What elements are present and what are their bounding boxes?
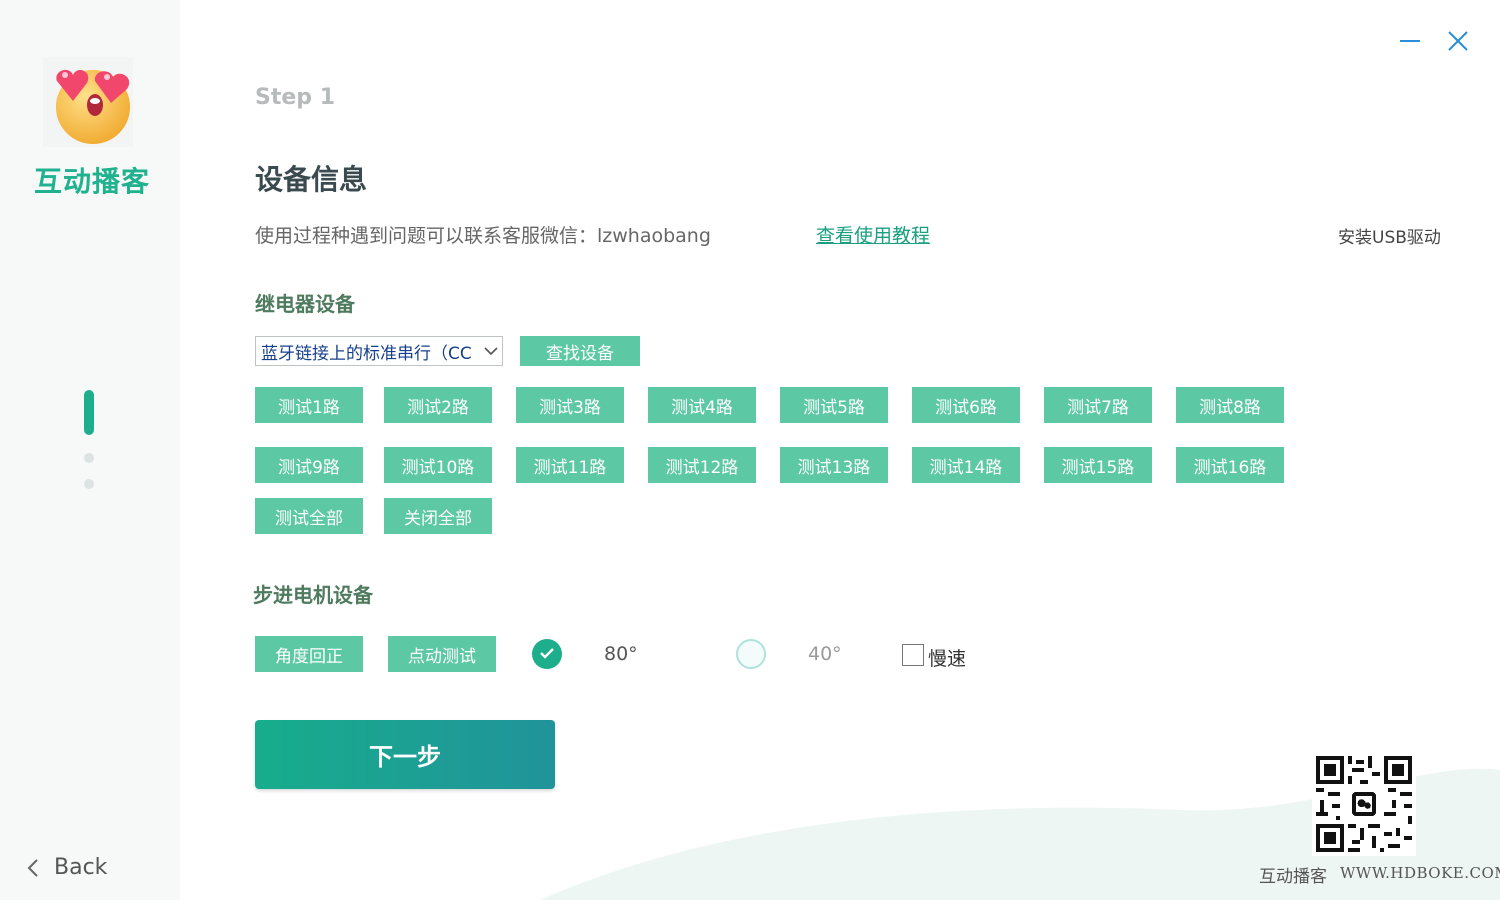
channel-test-button[interactable]: 测试14路 [912,447,1020,483]
channel-test-button[interactable]: 测试9路 [255,447,363,483]
channel-test-button[interactable]: 测试3路 [516,387,624,423]
chevron-down-icon [480,340,502,362]
jog-test-button[interactable]: 点动测试 [388,636,496,672]
close-all-button[interactable]: 关闭全部 [384,498,492,534]
channel-test-button[interactable]: 测试12路 [648,447,756,483]
angle-80-radio[interactable] [532,639,562,669]
channel-test-button[interactable]: 测试7路 [1044,387,1152,423]
serial-port-select[interactable]: 蓝牙链接上的标准串行（CC [255,336,503,366]
footer-website: WWW.HDBOKE.COM [1340,864,1500,882]
channel-test-button[interactable]: 测试8路 [1176,387,1284,423]
channel-test-button[interactable]: 测试11路 [516,447,624,483]
slow-speed-checkbox[interactable] [902,644,924,666]
channel-test-button[interactable]: 测试10路 [384,447,492,483]
angle-40-label: 40° [808,643,842,665]
relay-section-title: 继电器设备 [255,292,355,316]
find-device-button[interactable]: 查找设备 [520,336,640,366]
stepper-section-title: 步进电机设备 [253,583,373,607]
step-label: Step 1 [255,85,335,110]
tutorial-link[interactable]: 查看使用教程 [816,221,930,248]
wechat-qr-code-icon [1312,752,1416,856]
channel-test-button[interactable]: 测试2路 [384,387,492,423]
channel-test-button[interactable]: 测试5路 [780,387,888,423]
channel-test-button[interactable]: 测试15路 [1044,447,1152,483]
angle-80-label: 80° [604,643,638,665]
slow-speed-label: 慢速 [928,648,967,670]
serial-port-value: 蓝牙链接上的标准串行（CC [261,343,472,364]
next-step-button[interactable]: 下一步 [255,720,555,789]
page-title: 设备信息 [255,163,368,196]
channel-test-button[interactable]: 测试6路 [912,387,1020,423]
check-icon [539,645,555,664]
channel-test-button[interactable]: 测试16路 [1176,447,1284,483]
install-usb-driver-link[interactable]: 安装USB驱动 [1338,223,1441,248]
angle-40-radio[interactable] [736,639,766,669]
test-all-button[interactable]: 测试全部 [255,498,363,534]
contact-info-text: 使用过程种遇到问题可以联系客服微信：lzwhaobang [255,225,711,247]
channel-test-button[interactable]: 测试1路 [255,387,363,423]
channel-test-button[interactable]: 测试4路 [648,387,756,423]
channel-test-button[interactable]: 测试13路 [780,447,888,483]
footer-brand: 互动播客 [1259,867,1327,887]
reset-angle-button[interactable]: 角度回正 [255,636,363,672]
